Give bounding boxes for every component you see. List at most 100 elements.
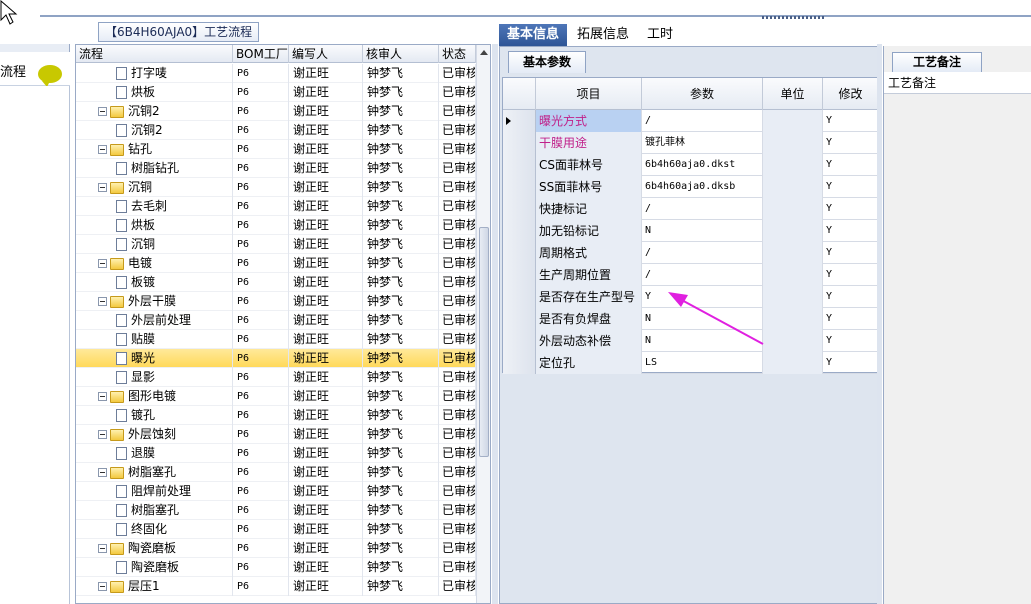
- tree-row[interactable]: 沉铜 P6 谢正旺 钟梦飞 已审核: [76, 235, 476, 254]
- grid-header-modify[interactable]: 修改: [823, 78, 879, 110]
- scroll-up-icon[interactable]: [480, 50, 488, 55]
- tree-row[interactable]: 外层前处理 P6 谢正旺 钟梦飞 已审核: [76, 311, 476, 330]
- param-value[interactable]: /: [642, 264, 763, 286]
- tree-row[interactable]: 去毛刺 P6 谢正旺 钟梦飞 已审核: [76, 197, 476, 216]
- tree-header-flow[interactable]: 流程: [76, 45, 233, 63]
- tree-row[interactable]: 树脂钻孔 P6 谢正旺 钟梦飞 已审核: [76, 159, 476, 178]
- param-unit[interactable]: [763, 176, 823, 198]
- tree-row[interactable]: 阻焊前处理 P6 谢正旺 钟梦飞 已审核: [76, 482, 476, 501]
- collapse-icon[interactable]: [98, 297, 107, 306]
- param-unit[interactable]: [763, 132, 823, 154]
- param-unit[interactable]: [763, 330, 823, 352]
- left-panel-header[interactable]: 流程: [0, 52, 70, 87]
- tree-row[interactable]: 板镀 P6 谢正旺 钟梦飞 已审核: [76, 273, 476, 292]
- row-header[interactable]: [503, 308, 536, 330]
- tree-scrollbar[interactable]: [476, 45, 490, 603]
- tree-row[interactable]: 烘板 P6 谢正旺 钟梦飞 已审核: [76, 83, 476, 102]
- param-unit[interactable]: [763, 154, 823, 176]
- tab-work-hours[interactable]: 工时: [639, 24, 681, 46]
- params-row[interactable]: 加无铅标记 N Y: [503, 220, 879, 242]
- tree-row[interactable]: 镀孔 P6 谢正旺 钟梦飞 已审核: [76, 406, 476, 425]
- tab-process-notes[interactable]: 工艺备注: [892, 52, 983, 72]
- row-header[interactable]: [503, 198, 536, 220]
- tree-row[interactable]: 层压1 P6 谢正旺 钟梦飞 已审核: [76, 577, 476, 596]
- tree-row[interactable]: 沉铜2 P6 谢正旺 钟梦飞 已审核: [76, 102, 476, 121]
- params-row[interactable]: 周期格式 / Y: [503, 242, 879, 264]
- params-row[interactable]: 快捷标记 / Y: [503, 198, 879, 220]
- param-unit[interactable]: [763, 110, 823, 132]
- row-header[interactable]: [503, 132, 536, 154]
- tree-row[interactable]: 烘板 P6 谢正旺 钟梦飞 已审核: [76, 216, 476, 235]
- tree-header-bom[interactable]: BOM工厂: [233, 45, 289, 63]
- param-unit[interactable]: [763, 220, 823, 242]
- param-value[interactable]: 6b4h60aja0.dksb: [642, 176, 763, 198]
- params-row[interactable]: CS面菲林号 6b4h60aja0.dkst Y: [503, 154, 879, 176]
- tree-row[interactable]: 外层蚀刻 P6 谢正旺 钟梦飞 已审核: [76, 425, 476, 444]
- row-header[interactable]: [503, 264, 536, 286]
- row-header[interactable]: [503, 154, 536, 176]
- grid-header-unit[interactable]: 单位: [763, 78, 823, 110]
- tree-header-reviewer[interactable]: 核审人: [363, 45, 439, 63]
- row-header[interactable]: [503, 286, 536, 308]
- row-header[interactable]: [503, 176, 536, 198]
- param-value[interactable]: 6b4h60aja0.dkst: [642, 154, 763, 176]
- params-row[interactable]: 定位孔 LS Y: [503, 352, 879, 374]
- param-unit[interactable]: [763, 352, 823, 374]
- param-value[interactable]: /: [642, 110, 763, 132]
- speech-bubble-icon[interactable]: [38, 65, 62, 87]
- tree-row[interactable]: 显影 P6 谢正旺 钟梦飞 已审核: [76, 368, 476, 387]
- tree-row[interactable]: 树脂塞孔 P6 谢正旺 钟梦飞 已审核: [76, 501, 476, 520]
- tab-extended-info[interactable]: 拓展信息: [569, 24, 637, 46]
- param-value[interactable]: /: [642, 242, 763, 264]
- collapse-icon[interactable]: [98, 107, 107, 116]
- splitter-right[interactable]: [877, 44, 882, 604]
- collapse-icon[interactable]: [98, 183, 107, 192]
- tree-row[interactable]: 曝光 P6 谢正旺 钟梦飞 已审核: [76, 349, 476, 368]
- param-value[interactable]: 镀孔菲林: [642, 132, 763, 154]
- scroll-thumb[interactable]: [479, 227, 489, 457]
- params-row[interactable]: 曝光方式 / Y: [503, 110, 879, 132]
- notes-textarea[interactable]: [884, 94, 1031, 604]
- row-header[interactable]: [503, 242, 536, 264]
- params-row[interactable]: 干膜用途 镀孔菲林 Y: [503, 132, 879, 154]
- row-header[interactable]: [503, 220, 536, 242]
- tree-row[interactable]: 沉铜2 P6 谢正旺 钟梦飞 已审核: [76, 121, 476, 140]
- splitter-left[interactable]: [492, 44, 498, 604]
- param-unit[interactable]: [763, 264, 823, 286]
- tree-row[interactable]: 终固化 P6 谢正旺 钟梦飞 已审核: [76, 520, 476, 539]
- grid-header-item[interactable]: 项目: [536, 78, 642, 110]
- tree-panel-title[interactable]: 【6B4H60AJA0】工艺流程: [98, 22, 260, 42]
- param-unit[interactable]: [763, 242, 823, 264]
- params-row[interactable]: SS面菲林号 6b4h60aja0.dksb Y: [503, 176, 879, 198]
- tree-row[interactable]: 陶瓷磨板 P6 谢正旺 钟梦飞 已审核: [76, 539, 476, 558]
- tree-row[interactable]: 退膜 P6 谢正旺 钟梦飞 已审核: [76, 444, 476, 463]
- tree-header-writer[interactable]: 编写人: [289, 45, 363, 63]
- grid-corner[interactable]: [503, 78, 536, 110]
- param-unit[interactable]: [763, 286, 823, 308]
- param-value[interactable]: /: [642, 198, 763, 220]
- row-header[interactable]: [503, 330, 536, 352]
- tree-header-status[interactable]: 状态: [439, 45, 476, 63]
- tree-row[interactable]: 电镀 P6 谢正旺 钟梦飞 已审核: [76, 254, 476, 273]
- collapse-icon[interactable]: [98, 145, 107, 154]
- collapse-icon[interactable]: [98, 392, 107, 401]
- tree-row[interactable]: 陶瓷磨板 P6 谢正旺 钟梦飞 已审核: [76, 558, 476, 577]
- param-unit[interactable]: [763, 198, 823, 220]
- subtab-basic-params[interactable]: 基本参数: [508, 51, 587, 73]
- tab-basic-info[interactable]: 基本信息: [499, 24, 568, 46]
- tree-row[interactable]: 贴膜 P6 谢正旺 钟梦飞 已审核: [76, 330, 476, 349]
- param-value[interactable]: LS: [642, 352, 763, 374]
- collapse-icon[interactable]: [98, 544, 107, 553]
- tree-row[interactable]: 钻孔 P6 谢正旺 钟梦飞 已审核: [76, 140, 476, 159]
- row-header[interactable]: [503, 110, 536, 132]
- grid-header-param[interactable]: 参数: [642, 78, 763, 110]
- param-unit[interactable]: [763, 308, 823, 330]
- tree-row[interactable]: 沉铜 P6 谢正旺 钟梦飞 已审核: [76, 178, 476, 197]
- row-header[interactable]: [503, 352, 536, 374]
- top-grip-handle[interactable]: [762, 16, 826, 19]
- param-value[interactable]: N: [642, 220, 763, 242]
- collapse-icon[interactable]: [98, 468, 107, 477]
- tree-row[interactable]: 图形电镀 P6 谢正旺 钟梦飞 已审核: [76, 387, 476, 406]
- collapse-icon[interactable]: [98, 582, 107, 591]
- tree-row[interactable]: 打字唛 P6 谢正旺 钟梦飞 已审核: [76, 64, 476, 83]
